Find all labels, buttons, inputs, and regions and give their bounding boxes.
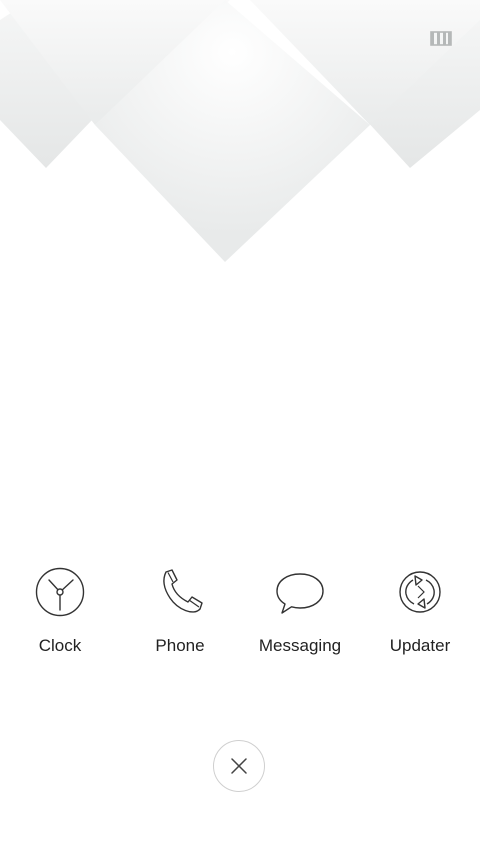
app-label: Clock [38, 636, 82, 655]
multi-window-icon[interactable] [428, 28, 454, 48]
messaging-icon [276, 573, 324, 614]
updater-icon [399, 571, 441, 613]
phone-icon [163, 569, 203, 613]
background-diamond-pattern [0, 0, 480, 262]
app-label: Phone [155, 636, 205, 655]
app-label: Updater [389, 636, 451, 655]
app-suggestions-row: Clock Phone Messaging Updater [0, 566, 480, 666]
clock-icon [35, 567, 85, 617]
close-button[interactable] [213, 740, 265, 792]
close-icon [231, 758, 247, 774]
app-clock[interactable]: Clock [0, 566, 120, 666]
app-messaging[interactable]: Messaging [240, 566, 360, 666]
app-phone[interactable]: Phone [120, 566, 240, 666]
app-label: Messaging [258, 636, 342, 655]
app-updater[interactable]: Updater [360, 566, 480, 666]
